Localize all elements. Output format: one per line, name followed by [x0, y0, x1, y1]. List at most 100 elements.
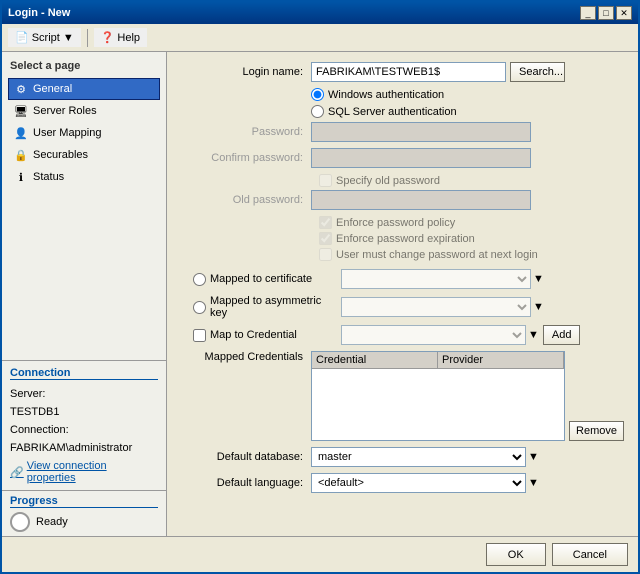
sidebar-item-label: User Mapping: [33, 127, 101, 139]
sql-auth-radio[interactable]: [311, 105, 324, 118]
server-label: Server:: [10, 388, 45, 400]
view-connection-link[interactable]: 🔗 View connection properties: [10, 460, 158, 484]
specify-old-pwd-label: Specify old password: [319, 174, 440, 187]
mapped-key-radio[interactable]: [193, 301, 206, 314]
maximize-button[interactable]: □: [598, 6, 614, 20]
old-password-input: [311, 190, 531, 210]
status-icon: ℹ: [13, 169, 29, 185]
add-credential-button[interactable]: Add: [543, 325, 581, 345]
minimize-button[interactable]: _: [580, 6, 596, 20]
script-button[interactable]: 📄 Script ▼: [8, 28, 81, 47]
enforce-expiration-row: Enforce password expiration: [319, 232, 624, 245]
sidebar-item-general[interactable]: ⚙ General: [8, 78, 160, 100]
sidebar: Select a page ⚙ General 🖥 Server Roles 👤…: [2, 52, 166, 360]
confirm-password-label: Confirm password:: [181, 152, 311, 164]
sidebar-item-user-mapping[interactable]: 👤 User Mapping: [8, 122, 160, 144]
mapped-credentials-label: Mapped Credentials: [181, 351, 311, 363]
sidebar-item-status[interactable]: ℹ Status: [8, 166, 160, 188]
close-button[interactable]: ✕: [616, 6, 632, 20]
cert-dropdown-arrow: ▼: [533, 273, 544, 285]
mapped-key-row: Mapped to asymmetric key ▼: [181, 295, 624, 319]
old-password-row: Old password:: [181, 190, 624, 210]
title-bar: Login - New _ □ ✕: [2, 2, 638, 24]
main-content: Select a page ⚙ General 🖥 Server Roles 👤…: [2, 52, 638, 536]
map-credential-label[interactable]: Map to Credential: [193, 329, 341, 342]
credentials-table: Credential Provider: [311, 351, 565, 441]
mapped-cert-radio[interactable]: [193, 273, 206, 286]
connection-panel: Connection Server: TESTDB1 Connection: F…: [2, 360, 166, 490]
default-database-label: Default database:: [181, 451, 311, 463]
user-mapping-icon: 👤: [13, 125, 29, 141]
credentials-table-header: Credential Provider: [312, 352, 564, 369]
sql-auth-row: SQL Server authentication: [311, 105, 624, 118]
cancel-button[interactable]: Cancel: [552, 543, 628, 566]
user-must-change-text: User must change password at next login: [336, 249, 538, 261]
password-row: Password:: [181, 122, 624, 142]
map-credential-checkbox[interactable]: [193, 329, 206, 342]
remove-credential-button[interactable]: Remove: [569, 421, 624, 441]
sidebar-item-label: Server Roles: [33, 105, 97, 117]
progress-header: Progress: [10, 495, 158, 508]
password-label: Password:: [181, 126, 311, 138]
provider-col-header: Provider: [438, 352, 564, 368]
mapped-key-dropdown: [341, 297, 531, 317]
help-icon: ❓: [101, 31, 115, 44]
windows-auth-radio-label[interactable]: Windows authentication: [311, 88, 444, 101]
link-text: View connection properties: [27, 460, 158, 484]
link-icon: 🔗: [10, 466, 24, 479]
general-icon: ⚙: [13, 81, 29, 97]
enforce-policy-text: Enforce password policy: [336, 217, 455, 229]
sidebar-item-label: Status: [33, 171, 64, 183]
progress-row: Ready: [10, 512, 158, 532]
sidebar-header: Select a page: [8, 58, 160, 74]
enforce-policy-checkbox: [319, 216, 332, 229]
ok-button[interactable]: OK: [486, 543, 546, 566]
map-credential-row: Map to Credential ▼ Add: [181, 325, 624, 345]
login-name-label: Login name:: [181, 66, 311, 78]
default-language-dropdown[interactable]: <default>: [311, 473, 526, 493]
script-icon: 📄: [15, 31, 29, 44]
mapped-cert-dropdown: [341, 269, 531, 289]
enforce-policy-row: Enforce password policy: [319, 216, 624, 229]
enforce-policy-label: Enforce password policy: [319, 216, 455, 229]
main-window: Login - New _ □ ✕ 📄 Script ▼ ❓ Help Sele…: [0, 0, 640, 574]
db-dropdown-arrow: ▼: [528, 451, 539, 463]
login-name-input[interactable]: [311, 62, 506, 82]
windows-auth-row: Windows authentication: [311, 88, 624, 101]
enforce-expiration-checkbox: [319, 232, 332, 245]
search-button[interactable]: Search...: [510, 62, 565, 82]
sidebar-item-label: Securables: [33, 149, 88, 161]
confirm-password-input: [311, 148, 531, 168]
old-password-label: Old password:: [181, 194, 311, 206]
mapped-cert-label[interactable]: Mapped to certificate: [193, 273, 341, 286]
mapped-credentials-section: Mapped Credentials Credential Provider R…: [181, 351, 624, 441]
script-label: Script: [32, 32, 60, 44]
default-database-dropdown[interactable]: master: [311, 447, 526, 467]
help-button[interactable]: ❓ Help: [94, 28, 147, 47]
progress-status: Ready: [36, 516, 68, 528]
key-dropdown-arrow: ▼: [533, 301, 544, 313]
sidebar-item-securables[interactable]: 🔒 Securables: [8, 144, 160, 166]
mapped-key-label[interactable]: Mapped to asymmetric key: [193, 295, 341, 319]
mapped-cert-text: Mapped to certificate: [210, 273, 312, 285]
default-language-row: Default language: <default> ▼: [181, 473, 624, 493]
progress-icon: [10, 512, 30, 532]
server-value: TESTDB1: [10, 406, 158, 418]
user-must-change-row: User must change password at next login: [319, 248, 624, 261]
connection-value: FABRIKAM\administrator: [10, 442, 158, 454]
sidebar-item-server-roles[interactable]: 🖥 Server Roles: [8, 100, 160, 122]
windows-auth-label: Windows authentication: [328, 89, 444, 101]
enforce-expiration-text: Enforce password expiration: [336, 233, 475, 245]
cred-dropdown-arrow: ▼: [528, 329, 539, 341]
user-must-change-checkbox: [319, 248, 332, 261]
window-title: Login - New: [8, 7, 70, 19]
confirm-password-row: Confirm password:: [181, 148, 624, 168]
windows-auth-radio[interactable]: [311, 88, 324, 101]
sql-auth-radio-label[interactable]: SQL Server authentication: [311, 105, 457, 118]
specify-old-pwd-text: Specify old password: [336, 175, 440, 187]
user-must-change-label: User must change password at next login: [319, 248, 538, 261]
map-credential-text: Map to Credential: [210, 329, 297, 341]
mapped-key-text: Mapped to asymmetric key: [210, 295, 341, 319]
specify-old-pwd-row: Specify old password: [319, 174, 624, 187]
sql-auth-label: SQL Server authentication: [328, 106, 457, 118]
